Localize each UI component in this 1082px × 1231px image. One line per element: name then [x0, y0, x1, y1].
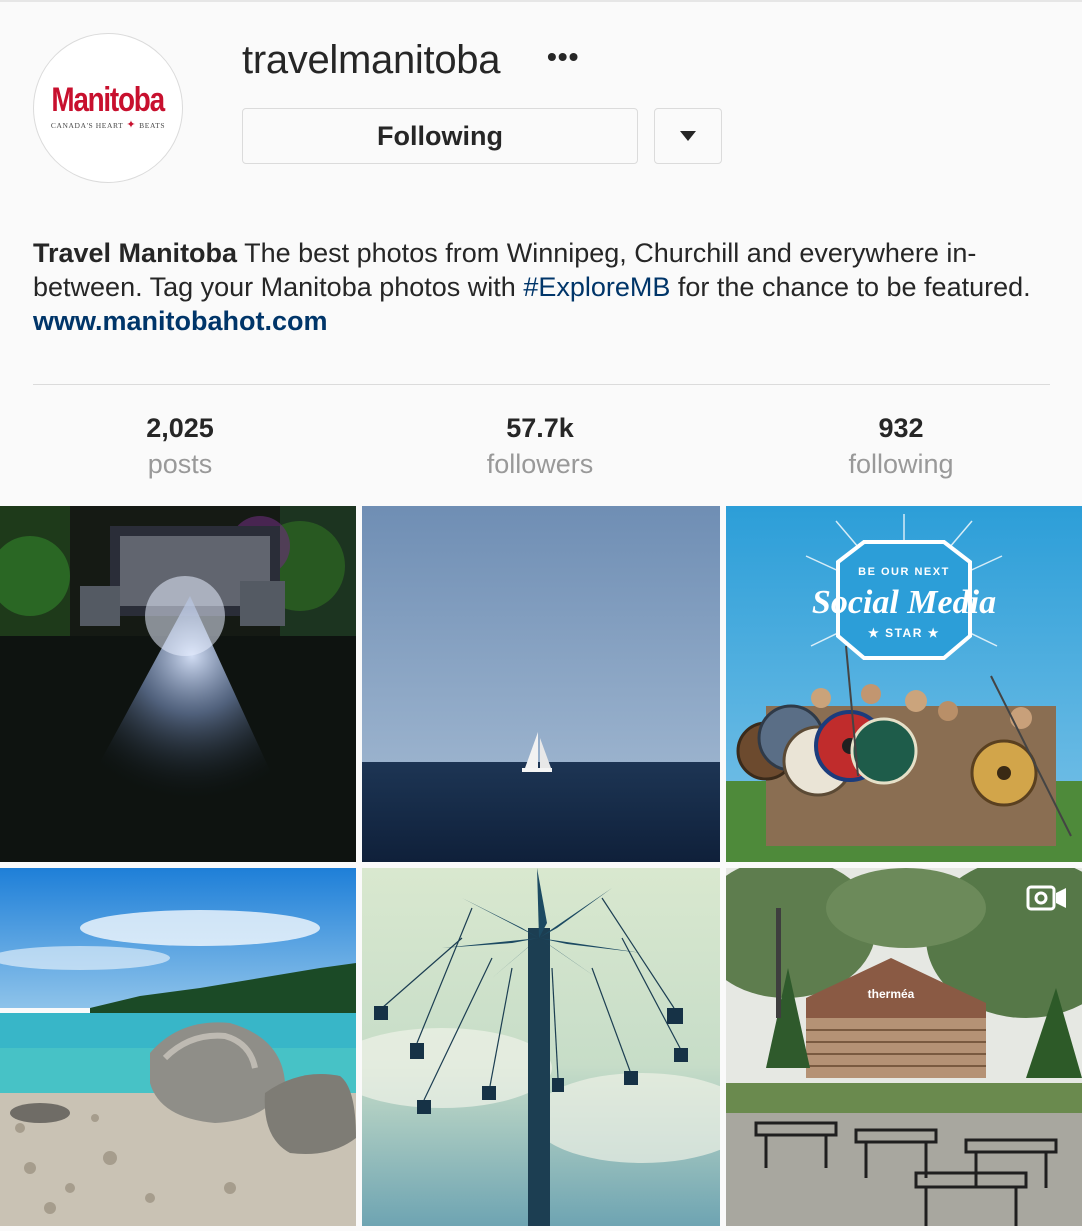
avatar-logo-text: Manitoba — [51, 80, 166, 119]
overlay-line-2: Social Media — [812, 584, 996, 621]
bio-hashtag-link[interactable]: #ExploreMB — [523, 272, 670, 302]
stat-followers[interactable]: 57.7k followers — [420, 410, 660, 482]
stats-divider — [33, 384, 1050, 385]
following-button[interactable]: Following — [242, 108, 638, 164]
bio-full-name: Travel Manitoba — [33, 238, 238, 268]
overlay-line-3: ★ STAR ★ — [868, 626, 940, 640]
post-thumbnail-social-media-star[interactable]: BE OUR NEXT Social Media ★ STAR ★ — [726, 506, 1082, 862]
stat-followers-count: 57.7k — [506, 413, 574, 443]
profile-username: travelmanitoba — [242, 38, 501, 82]
stat-posts: 2,025 posts — [60, 410, 300, 482]
caret-down-icon — [680, 131, 696, 141]
stat-posts-count: 2,025 — [146, 413, 214, 443]
stat-following-label: following — [848, 449, 954, 479]
stat-followers-label: followers — [486, 449, 594, 479]
suggestions-dropdown-button[interactable] — [654, 108, 722, 164]
post-thumbnail-concert[interactable] — [0, 506, 356, 862]
avatar-tagline-right: Beats — [139, 120, 166, 130]
post-thumbnail-swing-ride[interactable] — [362, 868, 720, 1226]
overlay-line-1: BE OUR NEXT — [858, 566, 950, 578]
stat-posts-label: posts — [147, 449, 213, 479]
top-border — [0, 0, 1082, 2]
profile-bio: Travel Manitoba The best photos from Win… — [33, 236, 1043, 338]
post-thumbnail-thermea-spa[interactable]: therméa — [726, 868, 1082, 1226]
maple-leaf-icon: ✦ — [126, 119, 137, 131]
stat-following-count: 932 — [878, 413, 924, 443]
ellipsis-icon[interactable]: ••• — [547, 40, 579, 74]
avatar-tagline-left: Canada's Heart — [50, 120, 124, 130]
stat-following[interactable]: 932 following — [781, 410, 1021, 482]
bio-website-link[interactable]: www.manitobahot.com — [33, 306, 328, 336]
post-grid: BE OUR NEXT Social Media ★ STAR ★ thermé… — [0, 506, 1082, 1231]
avatar-tagline: Canada's Heart ✦ Beats — [50, 119, 166, 131]
thermea-sign: therméa — [868, 987, 915, 1001]
post-thumbnail-rocky-shore[interactable] — [0, 868, 356, 1226]
video-camera-icon — [1026, 885, 1066, 911]
post-thumbnail-sailboat[interactable] — [362, 506, 720, 862]
profile-avatar[interactable]: Manitoba Canada's Heart ✦ Beats — [33, 33, 183, 183]
bio-text-2: for the chance to be featured. — [670, 272, 1031, 302]
